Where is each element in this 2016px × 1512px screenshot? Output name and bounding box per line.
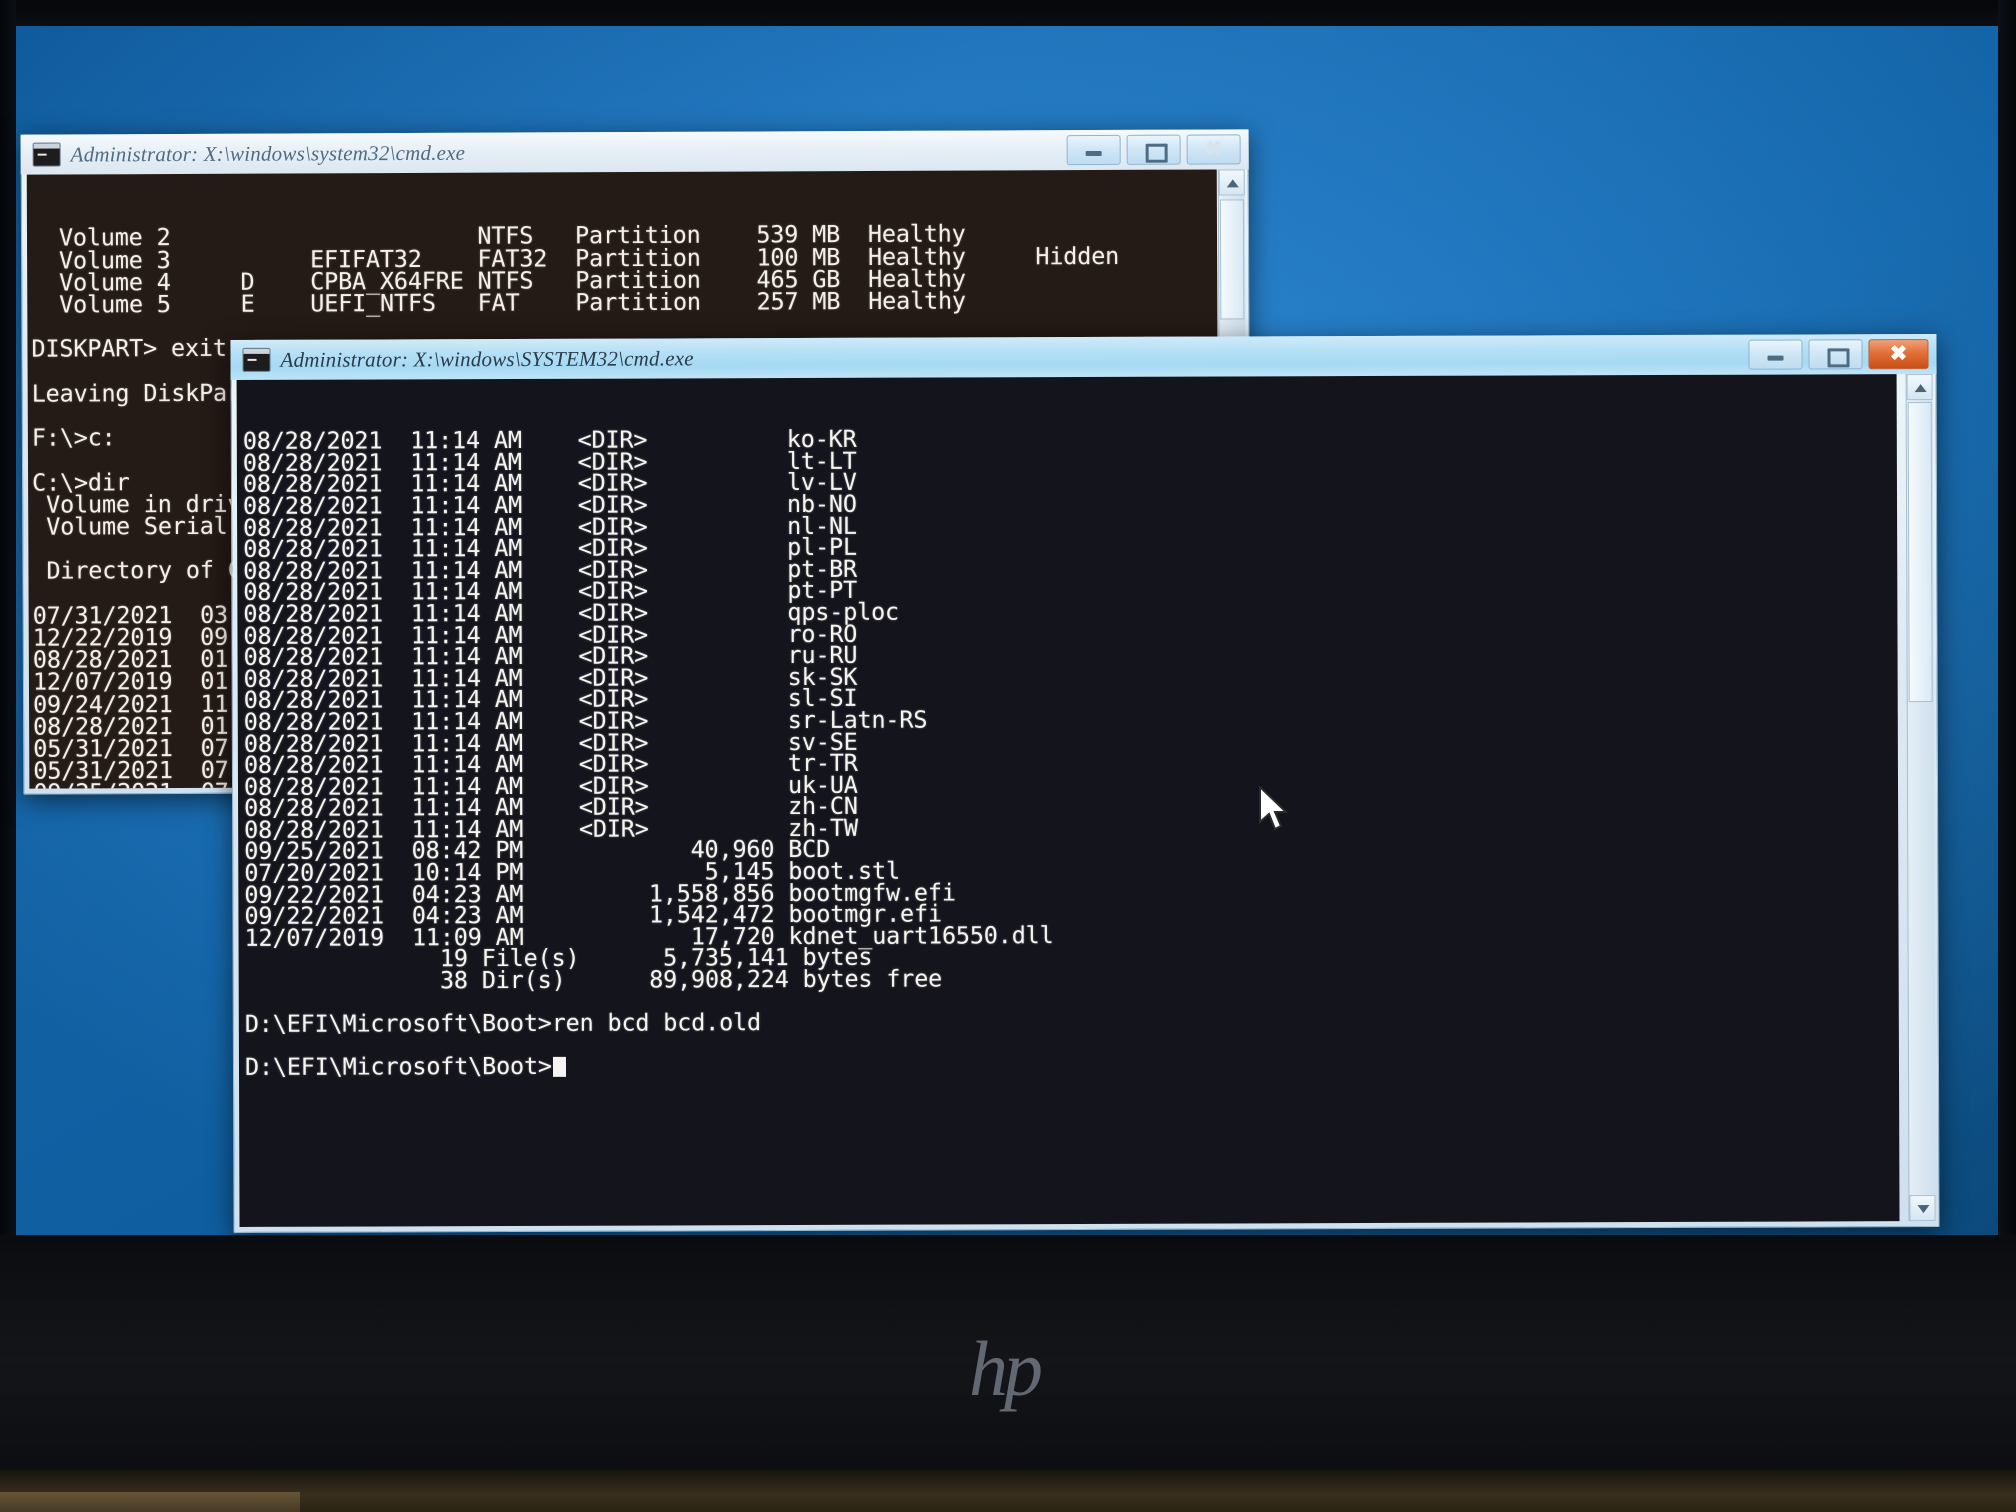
minimize-icon xyxy=(1085,150,1102,157)
scroll-up-button-back[interactable] xyxy=(1218,169,1245,196)
command-prompt[interactable]: D:\EFI\Microsoft\Boot> xyxy=(244,1052,1899,1082)
maximize-button-front[interactable] xyxy=(1808,339,1863,370)
console-icon xyxy=(32,142,61,167)
maximize-icon xyxy=(1827,348,1850,368)
window-title-back: Administrator: X:\windows\system32\cmd.e… xyxy=(70,140,466,166)
scrollbar-front[interactable] xyxy=(1905,374,1936,1222)
chevron-up-icon xyxy=(1914,384,1927,393)
minimize-button-back[interactable] xyxy=(1066,134,1121,166)
titlebar-back[interactable]: Administrator: X:\windows\system32\cmd.e… xyxy=(20,129,1249,175)
window-controls-back[interactable]: ✖ xyxy=(1066,134,1241,166)
window-title-front: Administrator: X:\windows\SYSTEM32\cmd.e… xyxy=(280,345,694,372)
scroll-up-button-front[interactable] xyxy=(1906,374,1933,401)
close-button-front[interactable]: ✖ xyxy=(1868,339,1929,370)
console-icon xyxy=(242,347,271,372)
monitor-screen: Administrator: X:\windows\system32\cmd.e… xyxy=(0,0,2016,1512)
chevron-up-icon xyxy=(1226,179,1239,188)
close-icon: ✖ xyxy=(1204,137,1223,161)
hp-logo: hp xyxy=(969,1325,1043,1412)
maximize-button-back[interactable] xyxy=(1126,134,1181,165)
prompt-text: D:\EFI\Microsoft\Boot> xyxy=(244,1052,552,1082)
chevron-down-icon xyxy=(1917,1205,1930,1214)
console-output-front[interactable]: 08/28/2021 11:14 AM <DIR> ko-KR 08/28/202… xyxy=(236,374,1900,1227)
text-caret xyxy=(552,1057,566,1078)
scroll-thumb-back[interactable] xyxy=(1219,199,1245,320)
maximize-icon xyxy=(1145,143,1168,163)
desk-surface-highlight xyxy=(0,1492,300,1512)
scroll-down-button-front[interactable] xyxy=(1909,1195,1936,1222)
minimize-button-front[interactable] xyxy=(1748,339,1803,370)
close-icon: ✖ xyxy=(1889,342,1908,366)
desk-surface xyxy=(0,1470,2016,1512)
titlebar-front[interactable]: Administrator: X:\windows\SYSTEM32\cmd.e… xyxy=(230,334,1937,380)
cursor-arrow-icon xyxy=(1259,786,1289,831)
close-button-back[interactable]: ✖ xyxy=(1186,134,1241,165)
window-controls-front[interactable]: ✖ xyxy=(1748,339,1929,370)
scroll-thumb-front[interactable] xyxy=(1907,402,1933,703)
minimize-icon xyxy=(1767,355,1784,361)
cmd-window-front[interactable]: Administrator: X:\windows\SYSTEM32\cmd.e… xyxy=(230,334,1940,1233)
